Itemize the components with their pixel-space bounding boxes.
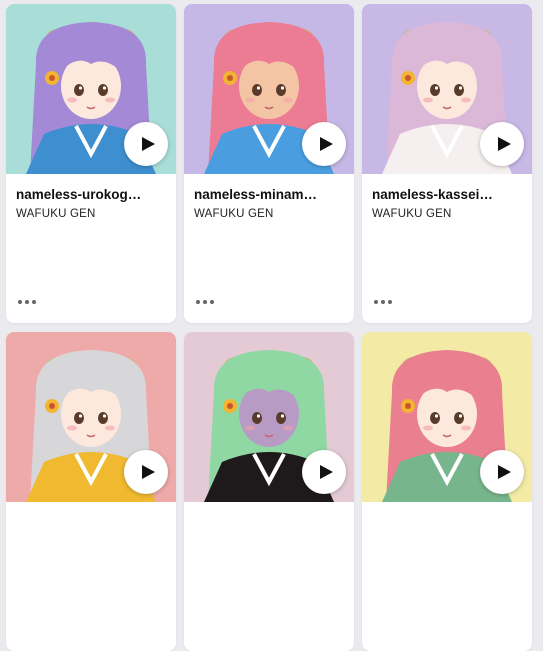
artist-name[interactable]: WAFUKU GEN: [372, 208, 452, 220]
play-button[interactable]: [480, 122, 524, 166]
track-title[interactable]: nameless-urokog…: [16, 187, 166, 202]
track-card[interactable]: nameless-minam… WAFUKU GEN: [184, 4, 354, 323]
track-card[interactable]: [6, 332, 176, 651]
play-button[interactable]: [302, 122, 346, 166]
track-card[interactable]: nameless-kassei… WAFUKU GEN: [362, 4, 532, 323]
track-card[interactable]: [362, 332, 532, 651]
track-card[interactable]: nameless-urokog… WAFUKU GEN: [6, 4, 176, 323]
cover-art[interactable]: [184, 332, 354, 502]
cover-art[interactable]: [362, 4, 532, 174]
cover-art[interactable]: [184, 4, 354, 174]
play-icon: [319, 137, 333, 151]
more-options-icon: [196, 300, 200, 304]
more-options-button[interactable]: [196, 295, 220, 309]
play-button[interactable]: [480, 450, 524, 494]
artist-name[interactable]: WAFUKU GEN: [194, 208, 274, 220]
track-title[interactable]: nameless-minam…: [194, 187, 344, 202]
play-button[interactable]: [124, 122, 168, 166]
more-options-button[interactable]: [18, 295, 42, 309]
play-button[interactable]: [302, 450, 346, 494]
play-icon: [319, 465, 333, 479]
artist-name[interactable]: WAFUKU GEN: [16, 208, 96, 220]
track-card[interactable]: [184, 332, 354, 651]
more-options-icon: [18, 300, 22, 304]
more-options-button[interactable]: [374, 295, 398, 309]
cover-art[interactable]: [6, 332, 176, 502]
play-icon: [141, 465, 155, 479]
play-icon: [497, 465, 511, 479]
cover-art[interactable]: [362, 332, 532, 502]
track-grid: nameless-urokog… WAFUKU GEN nameless-min…: [0, 0, 543, 651]
track-title[interactable]: nameless-kassei…: [372, 187, 522, 202]
play-button[interactable]: [124, 450, 168, 494]
cover-art[interactable]: [6, 4, 176, 174]
play-icon: [141, 137, 155, 151]
play-icon: [497, 137, 511, 151]
more-options-icon: [374, 300, 378, 304]
